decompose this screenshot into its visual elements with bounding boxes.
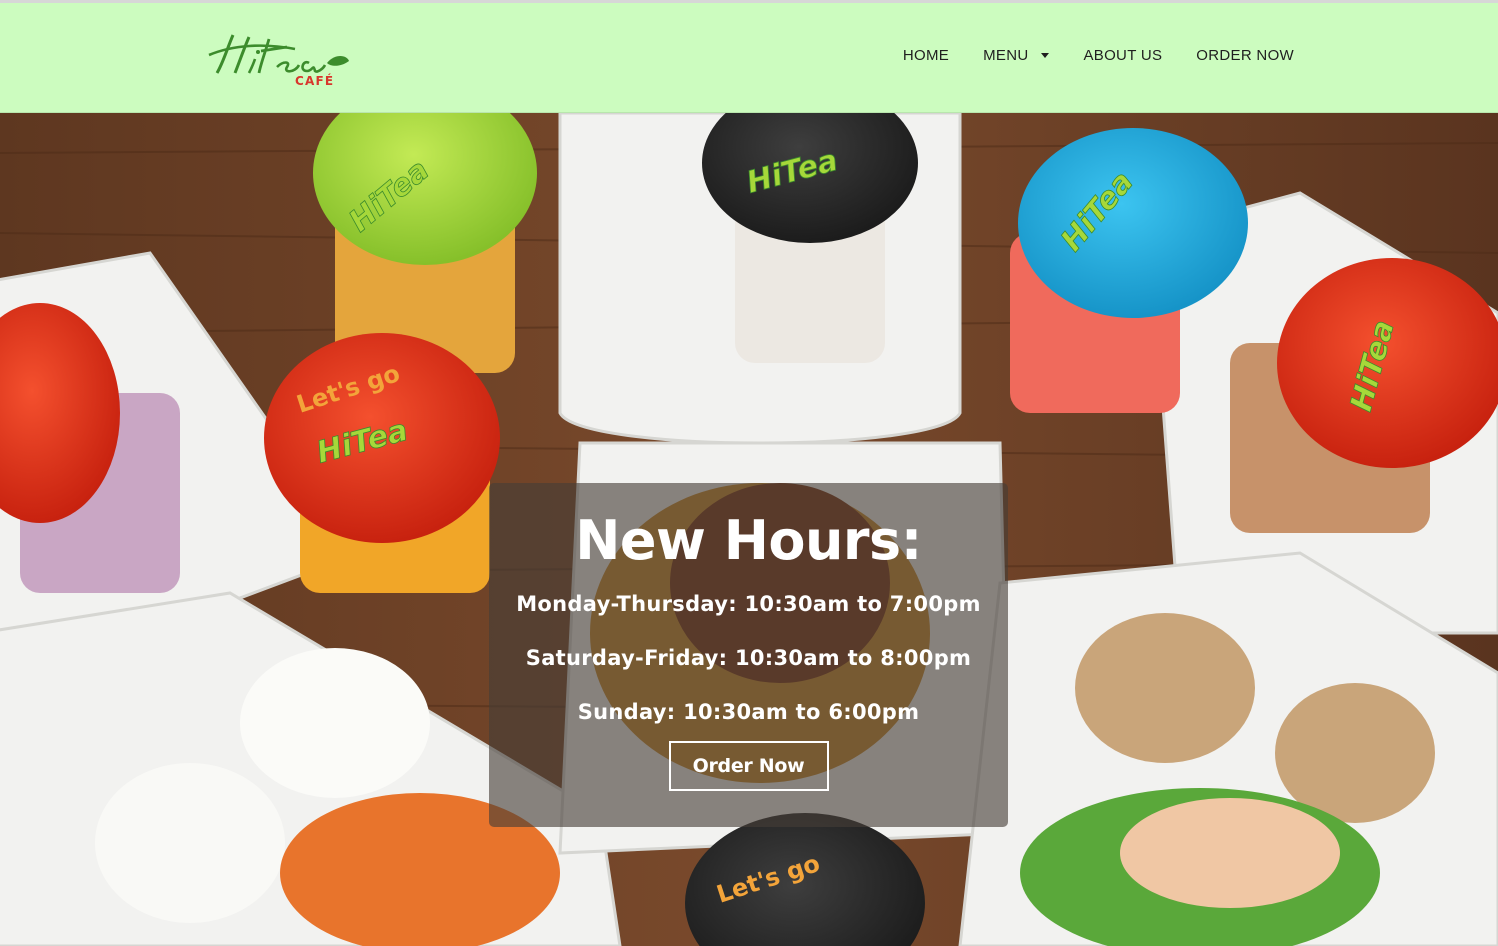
hours-card: New Hours: Monday-Thursday: 10:30am to 7… [489,483,1008,827]
hours-weekday: Monday-Thursday: 10:30am to 7:00pm [516,592,981,616]
hours-friday: Saturday-Friday: 10:30am to 8:00pm [525,646,972,670]
nav-about-us[interactable]: ABOUT US [1083,47,1162,64]
nav-order-label: ORDER NOW [1196,47,1294,64]
nav-order-now[interactable]: ORDER NOW [1196,47,1294,64]
nav-menu[interactable]: MENU [983,47,1050,64]
nav-menu-label: MENU [983,47,1029,64]
logo-graphic: CAFÉ [208,34,349,88]
hours-heading: New Hours: [575,509,922,572]
nav-home[interactable]: HOME [903,47,949,64]
hours-sunday: Sunday: 10:30am to 6:00pm [577,700,920,724]
order-now-button[interactable]: Order Now [668,741,829,791]
nav-home-label: HOME [902,47,950,64]
site-header: CAFÉ HOME MENU ABOUT US ORDER NOW [0,3,1498,113]
chevron-down-icon [1041,53,1050,58]
hitea-cafe-logo[interactable]: CAFÉ [203,27,353,89]
hero-section: Let's go Let's go HiTea HiTea HiTea HiTe… [0,113,1498,946]
logo-sub-text: CAFÉ [295,73,334,88]
main-nav: HOME MENU ABOUT US ORDER NOW [903,47,1294,64]
nav-about-label: ABOUT US [1083,47,1163,64]
